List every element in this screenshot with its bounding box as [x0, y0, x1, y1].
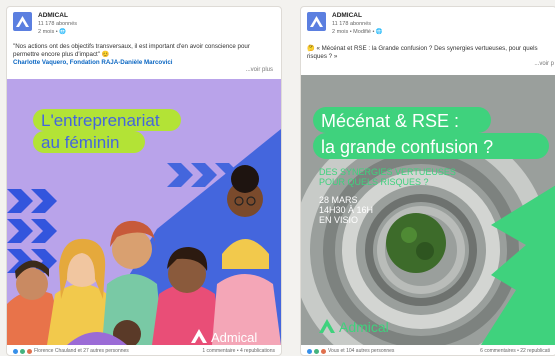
staircase-photo: Mécénat & RSE : la grande confusion ? DE… [301, 75, 555, 345]
follower-count: 11 178 abonnés [38, 21, 78, 27]
post-card-2: ADMICAL 11 178 abonnés 2 mois • Modifié … [300, 6, 555, 356]
image-title-line1: L'entreprenariat [41, 111, 160, 130]
engagement-stats[interactable]: 6 commentaires • 22 republicati [480, 348, 550, 354]
post-card-1: ADMICAL 11 178 abonnés 2 mois • 🌐 "Nos a… [6, 6, 282, 356]
reactions-text: Florence Chauland et 27 autres personnes [34, 348, 129, 354]
see-more-link[interactable]: ...voir p [534, 61, 554, 67]
image-brand: Admical [339, 319, 389, 335]
engagement-stats[interactable]: 1 commentaire • 4 republications [202, 348, 275, 354]
love-reaction-icon [27, 348, 32, 354]
image-subtitle-line2: POUR QUELS RISQUES ? [319, 177, 429, 187]
smile-emoji: 😊 [101, 51, 110, 58]
love-reaction-icon [321, 348, 326, 354]
illustration: L'entreprenariat au féminin Admical [7, 79, 281, 345]
see-more-link[interactable]: ...voir plus [246, 67, 273, 73]
post-text: 🤔 « Mécénat et RSE : la Grande confusion… [307, 45, 552, 61]
event-format: EN VISIO [319, 215, 358, 225]
post-time: 2 mois • Modifié • 🌐 [332, 29, 383, 35]
admical-logo[interactable] [13, 12, 32, 31]
post-header[interactable]: ADMICAL 11 178 abonnés 2 mois • Modifié … [307, 12, 383, 36]
post-body-text: « Mécénat et RSE : la Grande confusion ?… [307, 45, 538, 60]
image-title-line2: la grande confusion ? [321, 137, 493, 157]
image-title-line2: au féminin [41, 133, 119, 152]
reactions-summary[interactable]: Florence Chauland et 27 autres personnes [13, 348, 129, 354]
post-image[interactable]: L'entreprenariat au féminin Admical [7, 79, 281, 345]
clap-reaction-icon [314, 348, 319, 354]
org-name[interactable]: ADMICAL [38, 12, 77, 20]
admical-logo[interactable] [307, 12, 326, 31]
reactions-text: Vous et 104 autres personnes [328, 348, 395, 354]
image-brand: Admical [211, 330, 257, 345]
event-time: 14H30 À 16H [319, 205, 373, 215]
event-date: 28 MARS [319, 195, 358, 205]
reactions-summary[interactable]: Vous et 104 autres personnes [307, 348, 394, 354]
quote-text: "Nos actions ont des objectifs transvers… [13, 43, 250, 58]
thinking-emoji: 🤔 [307, 45, 315, 52]
image-subtitle-line1: DES SYNERGIES VERTUEUSES [319, 167, 456, 177]
post-text: "Nos actions ont des objectifs transvers… [13, 43, 277, 67]
org-name[interactable]: ADMICAL [332, 12, 383, 20]
post-header[interactable]: ADMICAL 11 178 abonnés 2 mois • 🌐 [13, 12, 77, 36]
follower-count: 11 178 abonnés [332, 21, 372, 27]
author-mentions[interactable]: Charlotte Vaquero, Fondation RAJA-Danièl… [13, 59, 173, 66]
post-image[interactable]: Mécénat & RSE : la grande confusion ? DE… [301, 75, 555, 345]
like-reaction-icon [307, 348, 312, 354]
like-reaction-icon [13, 348, 18, 354]
clap-reaction-icon [20, 348, 25, 354]
garden-center [386, 213, 446, 273]
post-time: 2 mois • 🌐 [38, 29, 67, 35]
image-title-line1: Mécénat & RSE : [321, 111, 459, 131]
